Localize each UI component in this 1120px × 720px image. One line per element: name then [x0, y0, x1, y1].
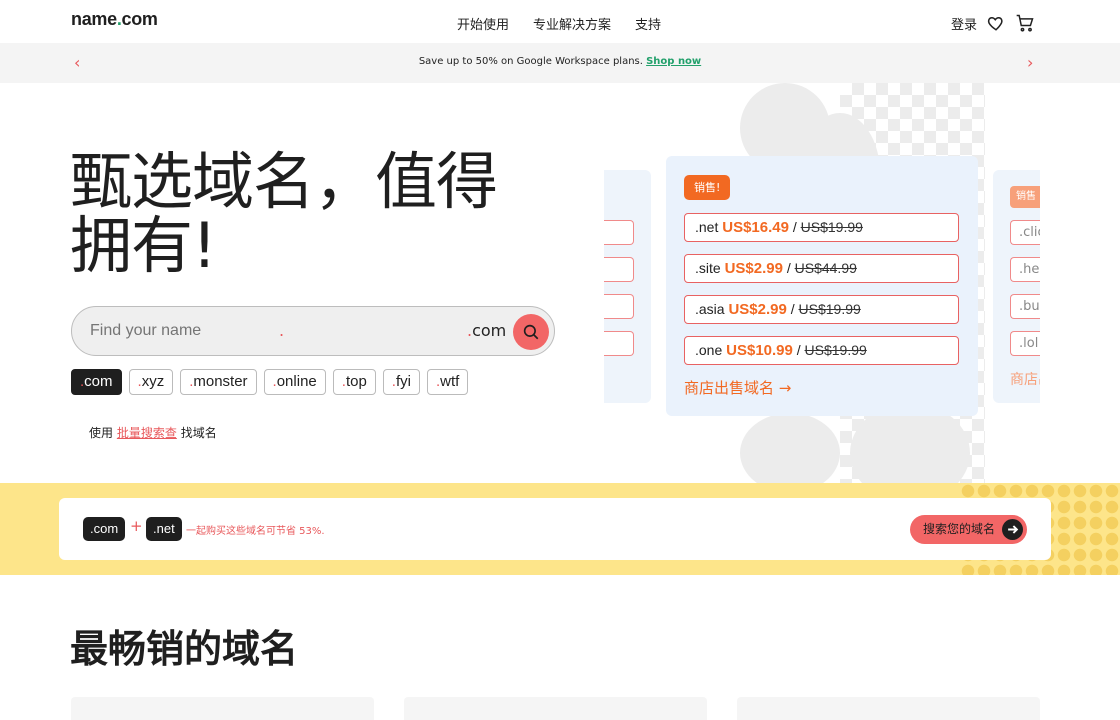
bundle-savings: 一起购买这些域名可节省 53%. — [186, 526, 325, 537]
bulk-search-hint: 使用 批量搜索查 找域名 — [89, 426, 217, 440]
price-row — [604, 220, 634, 245]
search-button[interactable] — [513, 314, 549, 350]
tld-chip-com[interactable]: .com — [71, 369, 122, 395]
sale-domains-link: 商店出 — [1010, 372, 1040, 388]
sale-domains-link[interactable]: 商店出售域名 → — [684, 377, 791, 398]
sale-card-prev[interactable] — [604, 170, 651, 403]
tld-chips: .com .xyz .monster .online .top .fyi .wt… — [71, 369, 469, 395]
nav-item-pro-solutions[interactable]: 专业解决方案 — [533, 14, 611, 33]
nav-item-support[interactable]: 支持 — [635, 14, 661, 33]
best-sellers-title: 最畅销的域名 — [70, 627, 299, 671]
price-row: .lol — [1010, 331, 1040, 356]
price-row: .clic — [1010, 220, 1040, 245]
cart-icon[interactable] — [1015, 13, 1035, 33]
sale-badge: 销售! — [684, 175, 731, 200]
login-link[interactable]: 登录 — [951, 14, 977, 33]
promo-bar: ‹ Save up to 50% on Google Workspace pla… — [0, 43, 1120, 83]
price-row: .buz — [1010, 294, 1040, 319]
tld-pill-net: .net — [146, 517, 182, 541]
deco-circle — [740, 413, 840, 483]
shop-now-link[interactable]: Shop now — [646, 56, 701, 67]
price-row: .hel — [1010, 257, 1040, 282]
tld-chip-fyi[interactable]: .fyi — [382, 369, 420, 395]
price-row-one[interactable]: .one US$10.99 / US$19.99 — [684, 336, 959, 365]
tld-chip-wtf[interactable]: .wtf — [426, 369, 469, 395]
heart-icon[interactable] — [987, 14, 1005, 32]
search-input[interactable] — [90, 320, 390, 342]
placeholder-dot: . — [279, 321, 285, 340]
sale-badge: 销售 — [1010, 186, 1040, 208]
price-row-asia[interactable]: .asia US$2.99 / US$19.99 — [684, 295, 959, 324]
logo[interactable]: name.com — [71, 9, 158, 30]
bulk-search-link[interactable]: 批量搜索查 — [117, 426, 177, 440]
best-seller-card[interactable] — [404, 697, 707, 720]
sale-card: 销售! .net US$16.49 / US$19.99 .site US$2.… — [666, 156, 978, 416]
hero-title: 甄选域名，值得拥有! — [70, 145, 498, 282]
sale-card-next[interactable]: 销售 .clic .hel .buz .lol 商店出 — [993, 170, 1040, 403]
search-icon — [523, 324, 539, 340]
main-nav: 开始使用 专业解决方案 支持 — [457, 14, 661, 33]
price-row — [604, 257, 634, 282]
price-row-site[interactable]: .site US$2.99 / US$44.99 — [684, 254, 959, 283]
site-header: name.com 开始使用 专业解决方案 支持 登录 — [0, 0, 1120, 43]
tld-pill-com: .com — [83, 517, 126, 541]
chevron-right-icon[interactable]: › — [1027, 53, 1033, 72]
price-row — [604, 331, 634, 356]
best-seller-card[interactable] — [71, 697, 374, 720]
price-row — [604, 294, 634, 319]
search-tld[interactable]: .com — [467, 321, 506, 340]
best-seller-card[interactable] — [737, 697, 1040, 720]
tld-chip-online[interactable]: .online — [263, 369, 326, 395]
promo-text: Save up to 50% on Google Workspace plans… — [418, 56, 702, 67]
nav-item-get-started[interactable]: 开始使用 — [457, 14, 509, 33]
tld-chip-top[interactable]: .top — [332, 369, 376, 395]
price-row-net[interactable]: .net US$16.49 / US$19.99 — [684, 213, 959, 242]
arrow-right-icon: → — [778, 379, 792, 397]
arrow-right-icon — [1002, 519, 1023, 540]
domain-search: . .com — [71, 306, 555, 356]
tld-chip-monster[interactable]: .monster — [180, 369, 257, 395]
bundle-offer: .com + .net 一起购买这些域名可节省 53%. 搜索您的域名 — [59, 498, 1051, 560]
search-domain-button[interactable]: 搜索您的域名 — [910, 515, 1027, 544]
tld-chip-xyz[interactable]: .xyz — [128, 369, 174, 395]
plus-icon: + — [130, 517, 143, 535]
